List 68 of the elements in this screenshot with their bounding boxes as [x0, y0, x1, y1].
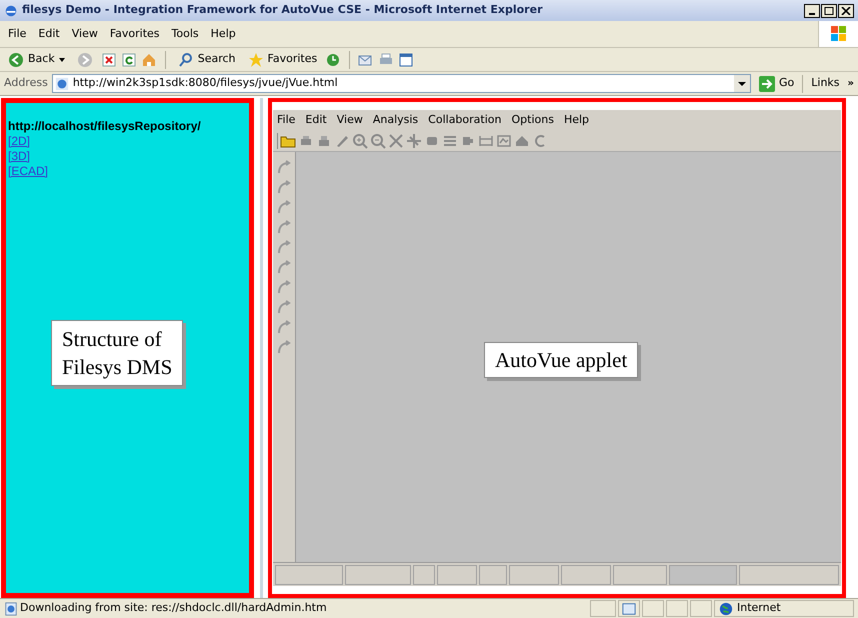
rotate-icon[interactable]: [276, 220, 292, 236]
favorites-button[interactable]: Favorites: [244, 50, 322, 70]
address-label: Address: [4, 75, 48, 92]
menu-item[interactable]: Favorites: [110, 26, 160, 42]
go-arrow-icon: [759, 76, 775, 92]
status-pane: [642, 600, 664, 617]
chevron-text[interactable]: »: [848, 76, 854, 91]
menu-item[interactable]: Tools: [172, 26, 199, 42]
refresh-icon[interactable]: [120, 52, 137, 68]
history-icon[interactable]: [325, 52, 342, 68]
search-icon: [178, 52, 194, 68]
applet-menu-item[interactable]: Collaboration: [428, 112, 502, 128]
status-segment: [669, 564, 737, 584]
applet-menu-item[interactable]: File: [277, 112, 296, 128]
minimize-icon: [809, 12, 815, 14]
applet-menu-item[interactable]: Edit: [305, 112, 327, 128]
edit-icon[interactable]: [398, 52, 414, 68]
status-pane: [590, 600, 616, 617]
star-icon: [248, 52, 264, 68]
sidebar-link[interactable]: [ECAD]: [8, 164, 48, 179]
status-pane: [666, 600, 688, 617]
window-icon[interactable]: [622, 602, 636, 616]
address-field[interactable]: http://win2k3sp1sdk:8080/filesys/jvue/jVue.html: [52, 74, 751, 93]
home-icon[interactable]: [140, 52, 157, 68]
rotate-icon[interactable]: [276, 240, 292, 256]
globe-icon[interactable]: [719, 602, 733, 616]
tool-icon[interactable]: [276, 160, 292, 176]
status-pane: [690, 600, 712, 617]
applet-callout: AutoVue applet: [484, 342, 638, 378]
rotate-icon[interactable]: [276, 280, 292, 296]
structure-callout: Structure of Filesys DMS: [51, 320, 184, 386]
search-button[interactable]: Search: [174, 50, 240, 70]
menu-item[interactable]: Edit: [38, 26, 60, 42]
sidebar-link[interactable]: [3D]: [8, 149, 30, 164]
tool-icon[interactable]: [496, 132, 512, 148]
maximize-icon: [824, 6, 834, 14]
close-icon: [841, 6, 851, 14]
caret-icon: [58, 58, 65, 62]
windows-flag-icon: [830, 25, 848, 43]
tool-icon[interactable]: [276, 200, 292, 216]
zone-label: Internet: [737, 600, 781, 616]
address-url: http://win2k3sp1sdk:8080/filesys/jvue/jVue.html: [72, 75, 339, 92]
maximize-button[interactable]: [821, 4, 837, 18]
menu-item[interactable]: Help: [210, 26, 236, 42]
minimize-button[interactable]: [804, 4, 820, 18]
zoom-out-icon[interactable]: [370, 132, 386, 148]
applet-menu-item[interactable]: View: [336, 112, 363, 128]
tool-icon[interactable]: [406, 132, 422, 148]
repository-heading: http://localhost/filesysRepository/: [8, 119, 202, 134]
tool-icon[interactable]: [388, 132, 404, 148]
page-icon: [54, 76, 69, 90]
applet-menu-item[interactable]: Options: [511, 112, 554, 128]
links-button[interactable]: Links: [807, 75, 844, 92]
applet-menu-item[interactable]: Analysis: [372, 112, 418, 128]
window-title: filesys Demo - Integration Framework for AutoVue CSE - Microsoft Internet Explorer: [22, 2, 544, 18]
tool-icon[interactable]: [276, 180, 292, 196]
rotate-icon[interactable]: [276, 260, 292, 276]
stop-icon[interactable]: [100, 52, 117, 68]
menu-item[interactable]: File: [8, 26, 26, 42]
sidebar-link[interactable]: [2D]: [8, 134, 30, 149]
close-button[interactable]: [838, 4, 854, 18]
go-button[interactable]: Go: [755, 74, 798, 94]
back-button[interactable]: Back: [4, 50, 69, 70]
menu-item[interactable]: View: [72, 26, 98, 42]
page-icon[interactable]: [4, 602, 18, 616]
zoom-in-icon[interactable]: [352, 132, 368, 148]
status-text: Downloading from site: res://shdoclc.dll/hardAdmin.htm: [20, 600, 328, 616]
applet-menu-item[interactable]: Help: [564, 112, 590, 128]
